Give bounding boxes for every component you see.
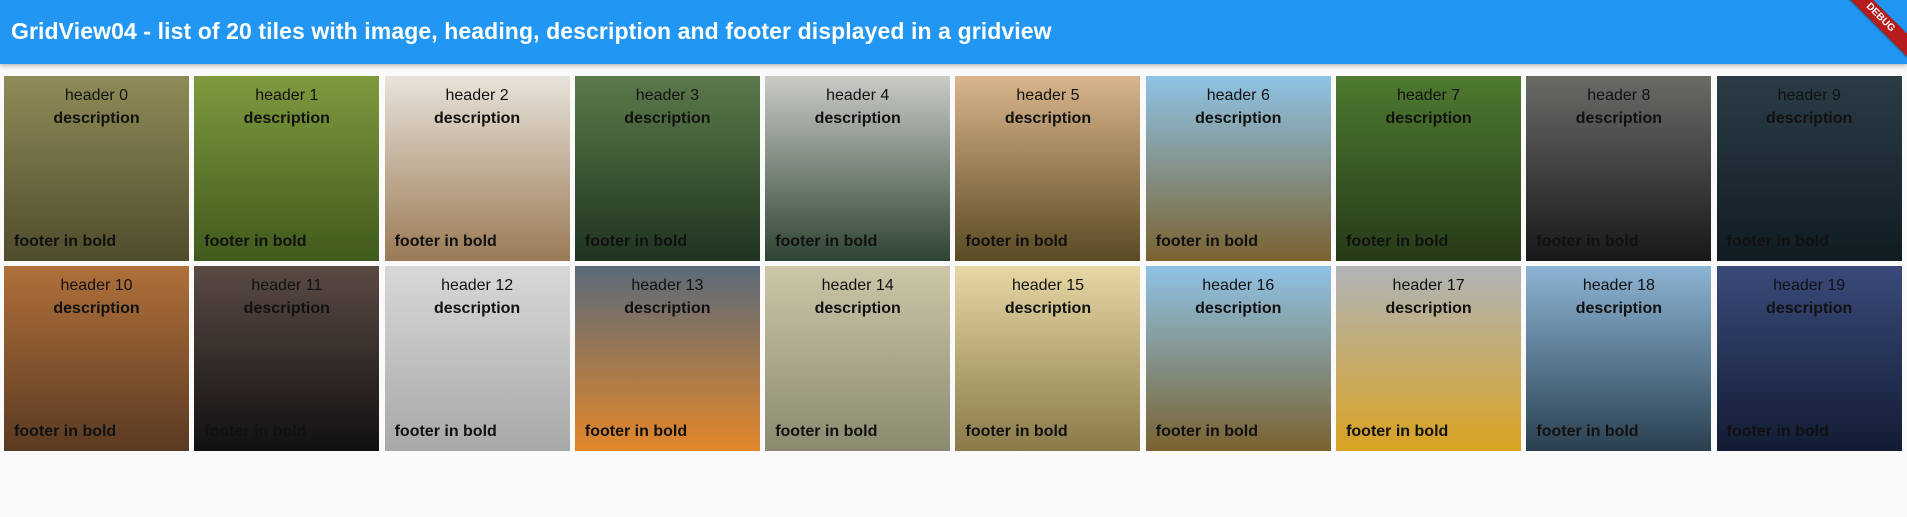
tile-footer: footer in bold bbox=[204, 233, 307, 250]
tile-description: description bbox=[53, 110, 140, 127]
tile-header: header 14 bbox=[821, 277, 894, 294]
tile-description: description bbox=[53, 300, 140, 317]
tile-header: header 8 bbox=[1587, 87, 1651, 104]
tile-footer: footer in bold bbox=[965, 423, 1068, 440]
grid-tile[interactable]: header 4 description footer in bold bbox=[765, 76, 951, 261]
tile-footer: footer in bold bbox=[1155, 423, 1258, 440]
tile-description: description bbox=[1766, 110, 1853, 127]
tile-header: header 9 bbox=[1777, 87, 1841, 104]
tile-footer: footer in bold bbox=[775, 233, 878, 250]
tile-description: description bbox=[243, 300, 330, 317]
app-bar: GridView04 - list of 20 tiles with image… bbox=[0, 0, 1907, 64]
grid-tile[interactable]: header 18 description footer in bold bbox=[1526, 266, 1712, 451]
tile-header: header 1 bbox=[255, 87, 319, 104]
tile-header: header 19 bbox=[1773, 277, 1846, 294]
tile-footer: footer in bold bbox=[1536, 233, 1639, 250]
tile-header: header 18 bbox=[1582, 277, 1655, 294]
tile-description: description bbox=[433, 300, 521, 317]
tile-description: description bbox=[433, 110, 521, 127]
grid-tile[interactable]: header 14 description footer in bold bbox=[765, 266, 951, 451]
tile-header: header 7 bbox=[1396, 87, 1461, 104]
tile-description: description bbox=[1575, 300, 1662, 317]
tile-footer: footer in bold bbox=[394, 423, 497, 440]
grid-tile[interactable]: header 19 description footer in bold bbox=[1716, 266, 1902, 451]
grid-tile[interactable]: header 13 description footer in bold bbox=[574, 266, 760, 451]
tile-description: description bbox=[1766, 300, 1853, 317]
tile-header: header 3 bbox=[635, 87, 699, 104]
tile-header: header 12 bbox=[441, 277, 514, 294]
tile-footer: footer in bold bbox=[14, 423, 117, 440]
tile-header: header 15 bbox=[1011, 277, 1085, 294]
tile-description: description bbox=[243, 110, 330, 127]
grid-tile[interactable]: header 11 description footer in bold bbox=[194, 266, 380, 451]
tile-header: header 5 bbox=[1016, 87, 1080, 104]
tile-description: description bbox=[1195, 300, 1282, 317]
grid-tile[interactable]: header 6 description footer in bold bbox=[1145, 76, 1331, 261]
grid-tile[interactable]: header 17 description footer in bold bbox=[1336, 266, 1522, 451]
grid-tile[interactable]: header 16 description footer in bold bbox=[1145, 266, 1331, 451]
tile-footer: footer in bold bbox=[775, 423, 878, 440]
tile-footer: footer in bold bbox=[1726, 423, 1829, 440]
tile-description: description bbox=[1195, 110, 1282, 127]
tile-footer: footer in bold bbox=[394, 233, 497, 250]
grid-tile[interactable]: header 2 description footer in bold bbox=[384, 76, 570, 261]
tile-header: header 11 bbox=[251, 277, 323, 294]
tile-description: description bbox=[814, 300, 901, 317]
tile-header: header 13 bbox=[631, 277, 704, 294]
tile-header: header 16 bbox=[1202, 277, 1275, 294]
tile-description: description bbox=[1004, 300, 1092, 317]
app-bar-title: GridView04 - list of 20 tiles with image… bbox=[11, 18, 1052, 44]
grid-tile[interactable]: header 12 description footer in bold bbox=[384, 266, 570, 451]
tile-grid[interactable]: header 0 description footer in bold header … bbox=[4, 76, 1902, 451]
grid-tile[interactable]: header 3 description footer in bold bbox=[574, 76, 760, 261]
tile-footer: footer in bold bbox=[584, 423, 688, 440]
grid-tile[interactable]: header 10 description footer in bold bbox=[4, 266, 189, 451]
tile-header: header 6 bbox=[1206, 87, 1270, 104]
tile-header: header 17 bbox=[1392, 277, 1465, 294]
tile-header: header 10 bbox=[60, 277, 133, 294]
tile-header: header 2 bbox=[445, 87, 509, 104]
tile-footer: footer in bold bbox=[965, 233, 1068, 250]
tile-description: description bbox=[624, 300, 711, 317]
tile-description: description bbox=[1385, 300, 1472, 317]
tile-description: description bbox=[814, 110, 901, 127]
tile-description: description bbox=[1575, 110, 1662, 127]
tile-footer: footer in bold bbox=[204, 423, 307, 440]
grid-tile[interactable]: header 0 description footer in bold bbox=[4, 76, 189, 261]
grid-tile[interactable]: header 9 description footer in bold bbox=[1716, 76, 1902, 261]
tile-footer: footer in bold bbox=[1346, 423, 1449, 440]
tile-footer: footer in bold bbox=[1726, 233, 1829, 250]
tile-footer: footer in bold bbox=[1155, 233, 1258, 250]
tile-description: description bbox=[624, 110, 711, 127]
tile-description: description bbox=[1385, 110, 1472, 127]
grid-tile[interactable]: header 8 description footer in bold bbox=[1526, 76, 1712, 261]
tile-header: header 4 bbox=[826, 87, 890, 104]
grid-tile[interactable]: header 5 description footer in bold bbox=[955, 76, 1141, 261]
tile-footer: footer in bold bbox=[1536, 423, 1639, 440]
grid-tile[interactable]: header 15 description footer in bold bbox=[955, 266, 1141, 451]
grid-tile[interactable]: header 1 description footer in bold bbox=[194, 76, 380, 261]
tile-header: header 0 bbox=[64, 87, 129, 104]
tile-footer: footer in bold bbox=[14, 233, 117, 250]
tile-footer: footer in bold bbox=[1346, 233, 1449, 250]
tile-footer: footer in bold bbox=[584, 233, 688, 250]
grid-tile[interactable]: header 7 description footer in bold bbox=[1336, 76, 1522, 261]
tile-description: description bbox=[1004, 110, 1092, 127]
